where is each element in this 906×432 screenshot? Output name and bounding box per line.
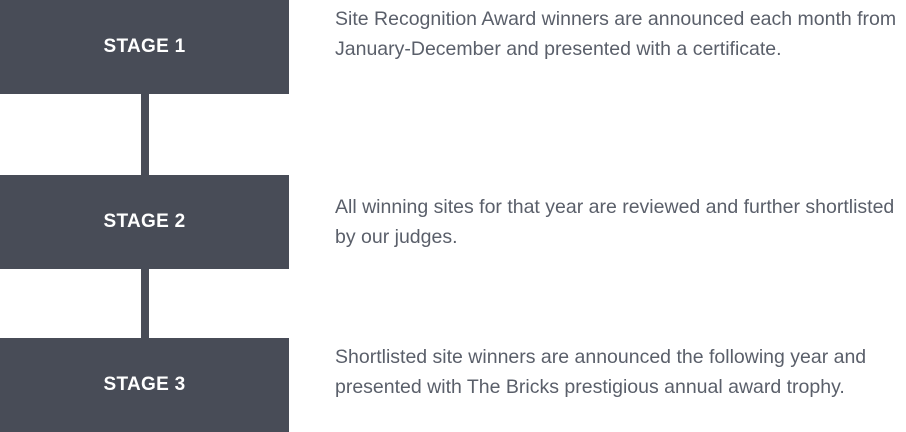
stage-3-description: Shortlisted site winners are announced t… (335, 346, 867, 398)
stage-2-description: All winning sites for that year are revi… (335, 196, 895, 248)
stage-2-label: STAGE 2 (103, 211, 186, 232)
stage-3-box: STAGE 3 (0, 338, 289, 432)
stage-connector-2-3 (141, 269, 149, 338)
stage-3-label: STAGE 3 (103, 374, 186, 395)
stage-1-description: Site Recognition Award winners are annou… (335, 8, 897, 60)
stage-connector-1-2 (141, 94, 149, 175)
stage-1-box: STAGE 1 (0, 0, 289, 94)
stage-1-label: STAGE 1 (103, 36, 186, 57)
stage-2-box: STAGE 2 (0, 175, 289, 269)
